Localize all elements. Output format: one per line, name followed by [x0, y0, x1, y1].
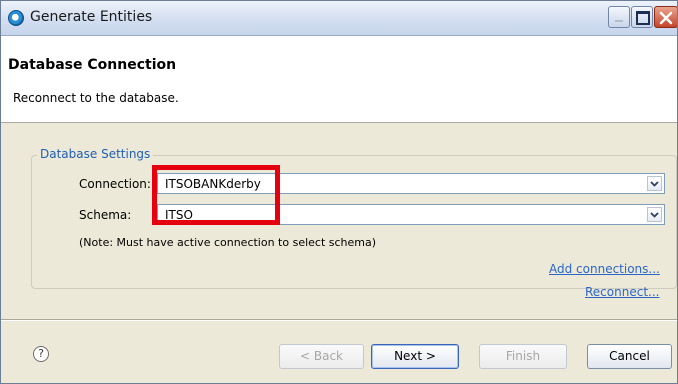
page-title: Database Connection [8, 57, 177, 73]
back-button[interactable]: < Back [279, 344, 364, 369]
title-bar[interactable]: Generate Entities [1, 1, 677, 36]
minimize-button[interactable] [608, 6, 630, 28]
connection-combo[interactable]: ITSOBANKderby [157, 173, 665, 194]
cancel-button[interactable]: Cancel [587, 344, 672, 369]
wizard-header: Database Connection Reconnect to the dat… [1, 36, 677, 123]
footer-divider-highlight [1, 320, 677, 321]
close-button[interactable] [654, 6, 677, 28]
schema-note: (Note: Must have active connection to se… [79, 236, 377, 249]
schema-combo[interactable]: ITSO [157, 204, 665, 225]
connection-dropdown-button[interactable] [647, 176, 662, 191]
next-button[interactable]: Next > [371, 344, 459, 369]
schema-dropdown-button[interactable] [647, 207, 662, 222]
app-icon [8, 10, 24, 26]
page-description: Reconnect to the database. [13, 91, 179, 105]
finish-button[interactable]: Finish [479, 344, 567, 369]
chevron-down-icon [650, 212, 659, 218]
window-title: Generate Entities [30, 9, 153, 25]
help-icon[interactable]: ? [33, 346, 49, 362]
chevron-down-icon [650, 181, 659, 187]
close-icon [659, 11, 673, 25]
schema-value: ITSO [165, 208, 193, 222]
connection-value: ITSOBANKderby [165, 177, 261, 191]
reconnect-link[interactable]: Reconnect... [585, 285, 659, 299]
generate-entities-dialog: Generate Entities Database Connection Re… [0, 0, 678, 384]
maximize-button[interactable] [631, 6, 653, 28]
group-legend: Database Settings [37, 147, 154, 161]
add-connections-link[interactable]: Add connections... [549, 262, 660, 276]
schema-label: Schema: [79, 208, 132, 222]
connection-label: Connection: [79, 177, 151, 191]
